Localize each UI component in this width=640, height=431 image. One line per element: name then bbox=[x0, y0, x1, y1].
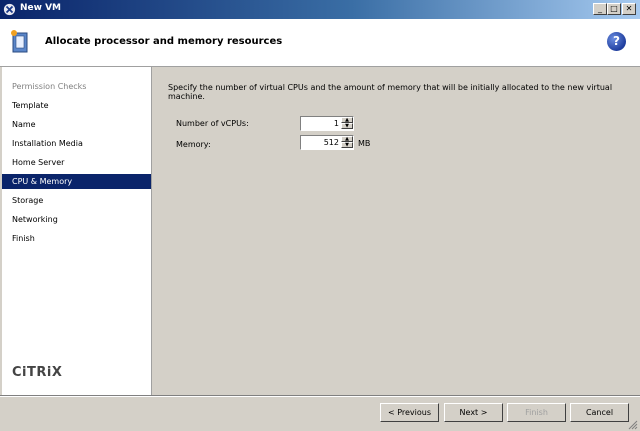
memory-label: Memory: bbox=[176, 140, 211, 149]
footer-separator bbox=[0, 395, 640, 397]
wizard-content: Specify the number of virtual CPUs and t… bbox=[152, 67, 638, 395]
sidebar-item-storage[interactable]: Storage bbox=[2, 193, 151, 208]
instruction-text: Specify the number of virtual CPUs and t… bbox=[168, 83, 613, 101]
sidebar-item-template[interactable]: Template bbox=[2, 98, 151, 113]
spin-down-icon[interactable]: ▼ bbox=[341, 123, 353, 129]
maximize-button[interactable]: □ bbox=[607, 3, 621, 15]
citrix-logo: CiTRiX bbox=[12, 365, 63, 380]
vm-server-icon bbox=[11, 30, 28, 53]
sidebar-item-installation-media[interactable]: Installation Media bbox=[2, 136, 151, 151]
vcpus-spinner[interactable]: 1 ▲ ▼ bbox=[300, 116, 354, 131]
wizard-steps-sidebar: Permission Checks Template Name Installa… bbox=[2, 67, 152, 395]
vcpus-label: Number of vCPUs: bbox=[176, 119, 249, 128]
sidebar-item-cpu-memory[interactable]: CPU & Memory bbox=[2, 174, 151, 189]
sidebar-item-networking[interactable]: Networking bbox=[2, 212, 151, 227]
finish-button: Finish bbox=[507, 403, 566, 422]
help-icon[interactable]: ? bbox=[607, 32, 626, 51]
title-bar[interactable]: New VM _ □ ✕ bbox=[0, 0, 640, 19]
sidebar-item-finish[interactable]: Finish bbox=[2, 231, 151, 246]
window-title: New VM bbox=[20, 3, 62, 13]
cancel-button[interactable]: Cancel bbox=[570, 403, 629, 422]
sidebar-item-permission-checks: Permission Checks bbox=[12, 82, 87, 91]
memory-unit: MB bbox=[358, 139, 371, 148]
memory-spinner[interactable]: 512 ▲ ▼ bbox=[300, 135, 354, 150]
sidebar-item-home-server[interactable]: Home Server bbox=[2, 155, 151, 170]
vcpus-value[interactable]: 1 bbox=[334, 119, 339, 128]
memory-value[interactable]: 512 bbox=[324, 138, 339, 147]
previous-button[interactable]: < Previous bbox=[380, 403, 439, 422]
close-button[interactable]: ✕ bbox=[622, 3, 636, 15]
wizard-header: Allocate processor and memory resources … bbox=[0, 19, 640, 67]
xenserver-app-icon bbox=[3, 3, 16, 16]
minimize-button[interactable]: _ bbox=[593, 3, 607, 15]
resize-grip-icon[interactable] bbox=[628, 420, 638, 430]
spin-down-icon[interactable]: ▼ bbox=[341, 142, 353, 148]
next-button[interactable]: Next > bbox=[444, 403, 503, 422]
sidebar-item-name[interactable]: Name bbox=[2, 117, 151, 132]
vcpus-spinner-arrows[interactable]: ▲ ▼ bbox=[341, 117, 353, 130]
memory-spinner-arrows[interactable]: ▲ ▼ bbox=[341, 136, 353, 149]
page-title: Allocate processor and memory resources bbox=[45, 36, 283, 47]
